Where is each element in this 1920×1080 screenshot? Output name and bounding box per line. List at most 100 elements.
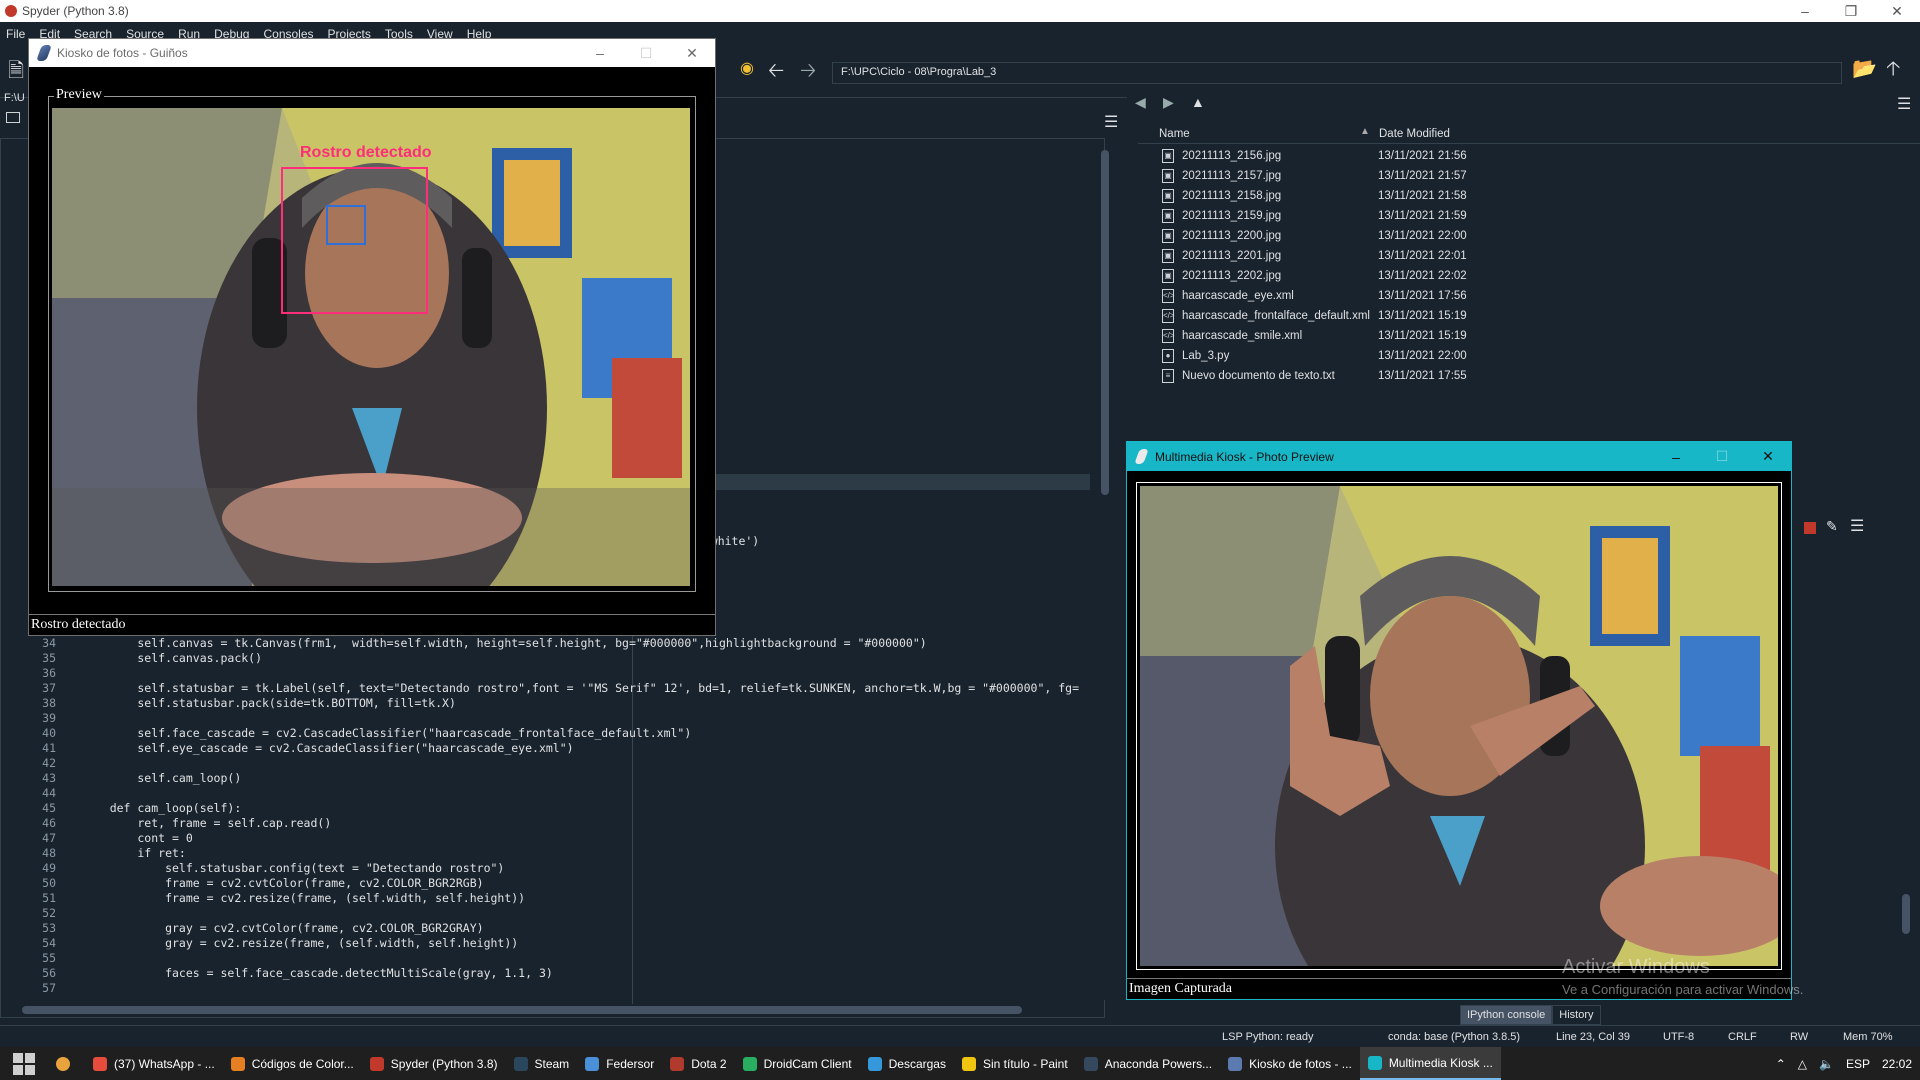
file-row[interactable]: </> haarcascade_frontalface_default.xml 13… [1162, 306, 1920, 326]
code-line[interactable] [82, 756, 1088, 771]
volume-icon[interactable]: 🔈 [1819, 1057, 1834, 1071]
taskbar-item[interactable]: Anaconda Powers... [1076, 1047, 1220, 1080]
file-row[interactable]: ▣ 20211113_2157.jpg 13/11/2021 21:57 [1162, 166, 1920, 186]
code-line[interactable]: self.statusbar.pack(side=tk.BOTTOM, fill… [82, 696, 1088, 711]
code-line[interactable]: self.statusbar.config(text = "Detectando… [82, 861, 1088, 876]
code-line[interactable] [82, 906, 1088, 921]
file-row[interactable]: ▣ 20211113_2158.jpg 13/11/2021 21:58 [1162, 186, 1920, 206]
file-row[interactable]: ≡ Nuevo documento de texto.txt 13/11/2021 … [1162, 366, 1920, 386]
file-row[interactable]: ▣ 20211113_2159.jpg 13/11/2021 21:59 [1162, 206, 1920, 226]
taskbar-item[interactable]: Dota 2 [662, 1047, 734, 1080]
file-row[interactable]: </> haarcascade_eye.xml 13/11/2021 17:56 [1162, 286, 1920, 306]
console-scroll-thumb[interactable] [1902, 894, 1910, 934]
taskbar-item[interactable]: Steam [506, 1047, 578, 1080]
minimize-icon[interactable]: – [1782, 0, 1828, 22]
editor-hscroll-thumb[interactable] [22, 1006, 1022, 1014]
code-line[interactable]: def cam_loop(self): [82, 801, 1088, 816]
explorer-forward-icon[interactable]: ▶ [1163, 94, 1174, 111]
code-line[interactable] [82, 981, 1088, 996]
xml-file-icon: </> [1162, 309, 1175, 323]
file-row[interactable]: ● Lab_3.py 13/11/2021 22:00 [1162, 346, 1920, 366]
code-line[interactable]: frame = cv2.resize(frame, (self.width, s… [82, 891, 1088, 906]
stop-kernel-icon[interactable] [1804, 522, 1816, 534]
minimize-icon[interactable]: – [1653, 442, 1699, 471]
code-line[interactable]: cont = 0 [82, 831, 1088, 846]
minimize-icon[interactable]: – [577, 39, 623, 67]
taskbar-item[interactable]: DroidCam Client [735, 1047, 860, 1080]
console-options-icon[interactable]: ☰ [1850, 516, 1864, 536]
taskbar-item[interactable]: Multimedia Kiosk ... [1359, 1047, 1501, 1080]
explorer-options-icon[interactable]: ☰ [1897, 94, 1911, 114]
code-line[interactable]: self.cam_loop() [82, 771, 1088, 786]
working-directory-input[interactable]: F:\UPC\Ciclo - 08\Progra\Lab_3 [832, 62, 1842, 84]
code-line[interactable]: self.face_cascade = cv2.CascadeClassifie… [82, 726, 1088, 741]
tab-ipython-console[interactable]: IPython console [1460, 1005, 1553, 1025]
maximize-icon[interactable]: ☐ [623, 39, 669, 67]
code-line[interactable]: gray = cv2.resize(frame, (self.width, se… [82, 936, 1088, 951]
python-path-icon[interactable]: ◉ [740, 58, 754, 78]
activation-watermark-subtitle: Ve a Configuración para activar Windows. [1562, 982, 1804, 997]
parent-dir-icon[interactable]: 🡡 [1886, 54, 1900, 88]
code-line[interactable]: frame = cv2.cvtColor(frame, cv2.COLOR_BG… [82, 876, 1088, 891]
taskbar-item[interactable]: Spyder (Python 3.8) [362, 1047, 506, 1080]
taskbar-chrome[interactable] [48, 1047, 85, 1080]
taskbar-item[interactable]: Sin título - Paint [954, 1047, 1076, 1080]
explorer-header: Name ▲ Date Modified [1138, 126, 1920, 144]
tray-chevron-icon[interactable]: ⌃ [1776, 1057, 1786, 1071]
language-indicator[interactable]: ESP [1846, 1057, 1870, 1071]
code-line[interactable] [82, 666, 1088, 681]
image-file-icon: ▣ [1162, 189, 1174, 203]
editor-vscroll-thumb[interactable] [1101, 150, 1109, 495]
clock[interactable]: 22:02 [1882, 1057, 1912, 1071]
multimedia-title-bar[interactable]: Multimedia Kiosk - Photo Preview – ☐ ✕ [1127, 442, 1791, 471]
file-row[interactable]: ▣ 20211113_2202.jpg 13/11/2021 22:02 [1162, 266, 1920, 286]
taskbar-item[interactable]: Kiosko de fotos - ... [1220, 1047, 1360, 1080]
maximize-icon[interactable]: ☐ [1699, 442, 1745, 471]
code-line[interactable]: self.eye_cascade = cv2.CascadeClassifier… [82, 741, 1088, 756]
taskbar-item[interactable]: Descargas [860, 1047, 954, 1080]
eraser-icon[interactable]: ✎ [1826, 518, 1838, 535]
menu-item-file[interactable]: File [6, 27, 25, 41]
new-file-icon[interactable]: 🗎 [8, 56, 24, 90]
taskbar-item[interactable]: Federsor [577, 1047, 662, 1080]
file-name: 20211113_2157.jpg [1182, 170, 1282, 182]
code-line[interactable] [82, 711, 1088, 726]
close-icon[interactable]: ✕ [1745, 442, 1791, 471]
code-line[interactable] [82, 951, 1088, 966]
editor-options-icon[interactable]: ☰ [1104, 112, 1118, 132]
file-row[interactable]: </> haarcascade_smile.xml 13/11/2021 15:19 [1162, 326, 1920, 346]
file-row[interactable]: ▣ 20211113_2201.jpg 13/11/2021 22:01 [1162, 246, 1920, 266]
explorer-back-icon[interactable]: ◀ [1135, 94, 1146, 111]
forward-arrow-icon[interactable]: 🡢 [800, 56, 816, 90]
network-icon[interactable]: △ [1798, 1057, 1807, 1071]
start-button[interactable] [0, 1047, 48, 1080]
taskbar-item[interactable]: Códigos de Color... [223, 1047, 362, 1080]
close-icon[interactable]: ✕ [669, 39, 715, 67]
open-folder-icon[interactable]: 📂 [1852, 56, 1877, 81]
file-row[interactable]: ▣ 20211113_2156.jpg 13/11/2021 21:56 [1162, 146, 1920, 166]
back-arrow-icon[interactable]: 🡠 [768, 56, 784, 90]
code-line[interactable]: ret, frame = self.cap.read() [82, 816, 1088, 831]
taskbar-item-label: Kiosko de fotos - ... [1249, 1056, 1352, 1071]
close-icon[interactable]: ✕ [1874, 0, 1920, 22]
code-line[interactable]: self.canvas.pack() [82, 651, 1088, 666]
file-row[interactable]: ▣ 20211113_2200.jpg 13/11/2021 22:00 [1162, 226, 1920, 246]
maximize-icon[interactable]: ❐ [1828, 0, 1874, 22]
multimedia-window-controls: – ☐ ✕ [1653, 442, 1791, 471]
code-line[interactable]: faces = self.face_cascade.detectMultiSca… [82, 966, 1088, 981]
code-line[interactable]: gray = cv2.cvtColor(frame, cv2.COLOR_BGR… [82, 921, 1088, 936]
code-line[interactable]: self.statusbar = tk.Label(self, text="De… [82, 681, 1088, 696]
code-area[interactable]: self.canvas = tk.Canvas(frm1, width=self… [82, 636, 1088, 1004]
file-date: 13/11/2021 21:59 [1378, 210, 1467, 222]
explorer-up-icon[interactable]: ▲ [1191, 94, 1205, 110]
code-line[interactable]: if ret: [82, 846, 1088, 861]
code-line[interactable] [82, 786, 1088, 801]
line-number: 43 [42, 771, 56, 785]
taskbar-item[interactable]: (37) WhatsApp - ... [85, 1047, 223, 1080]
column-name-header[interactable]: Name [1159, 128, 1190, 140]
kiosk-title-bar[interactable]: Kiosko de fotos - Guiños – ☐ ✕ [29, 39, 715, 67]
tab-history[interactable]: History [1552, 1005, 1601, 1025]
column-date-header[interactable]: Date Modified [1379, 128, 1450, 140]
file-date: 13/11/2021 15:19 [1378, 310, 1467, 322]
code-line[interactable]: self.canvas = tk.Canvas(frm1, width=self… [82, 636, 1088, 651]
